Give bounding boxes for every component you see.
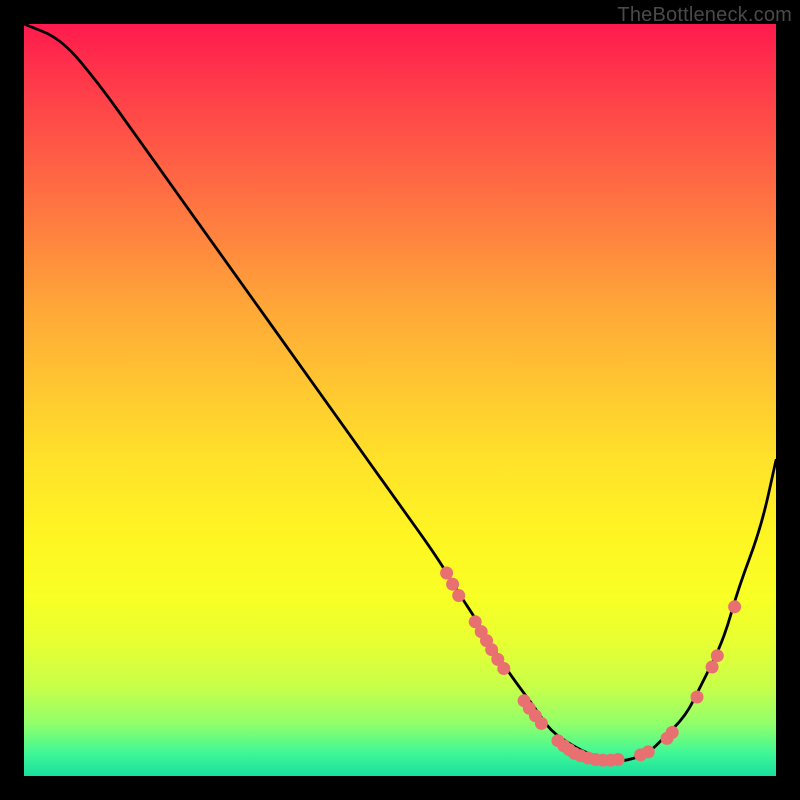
curve-line	[24, 24, 776, 761]
curve-markers	[440, 567, 741, 767]
watermark-label: TheBottleneck.com	[617, 4, 792, 27]
chart-frame	[24, 24, 776, 776]
plot-area	[24, 24, 776, 776]
chart-svg	[24, 24, 776, 776]
